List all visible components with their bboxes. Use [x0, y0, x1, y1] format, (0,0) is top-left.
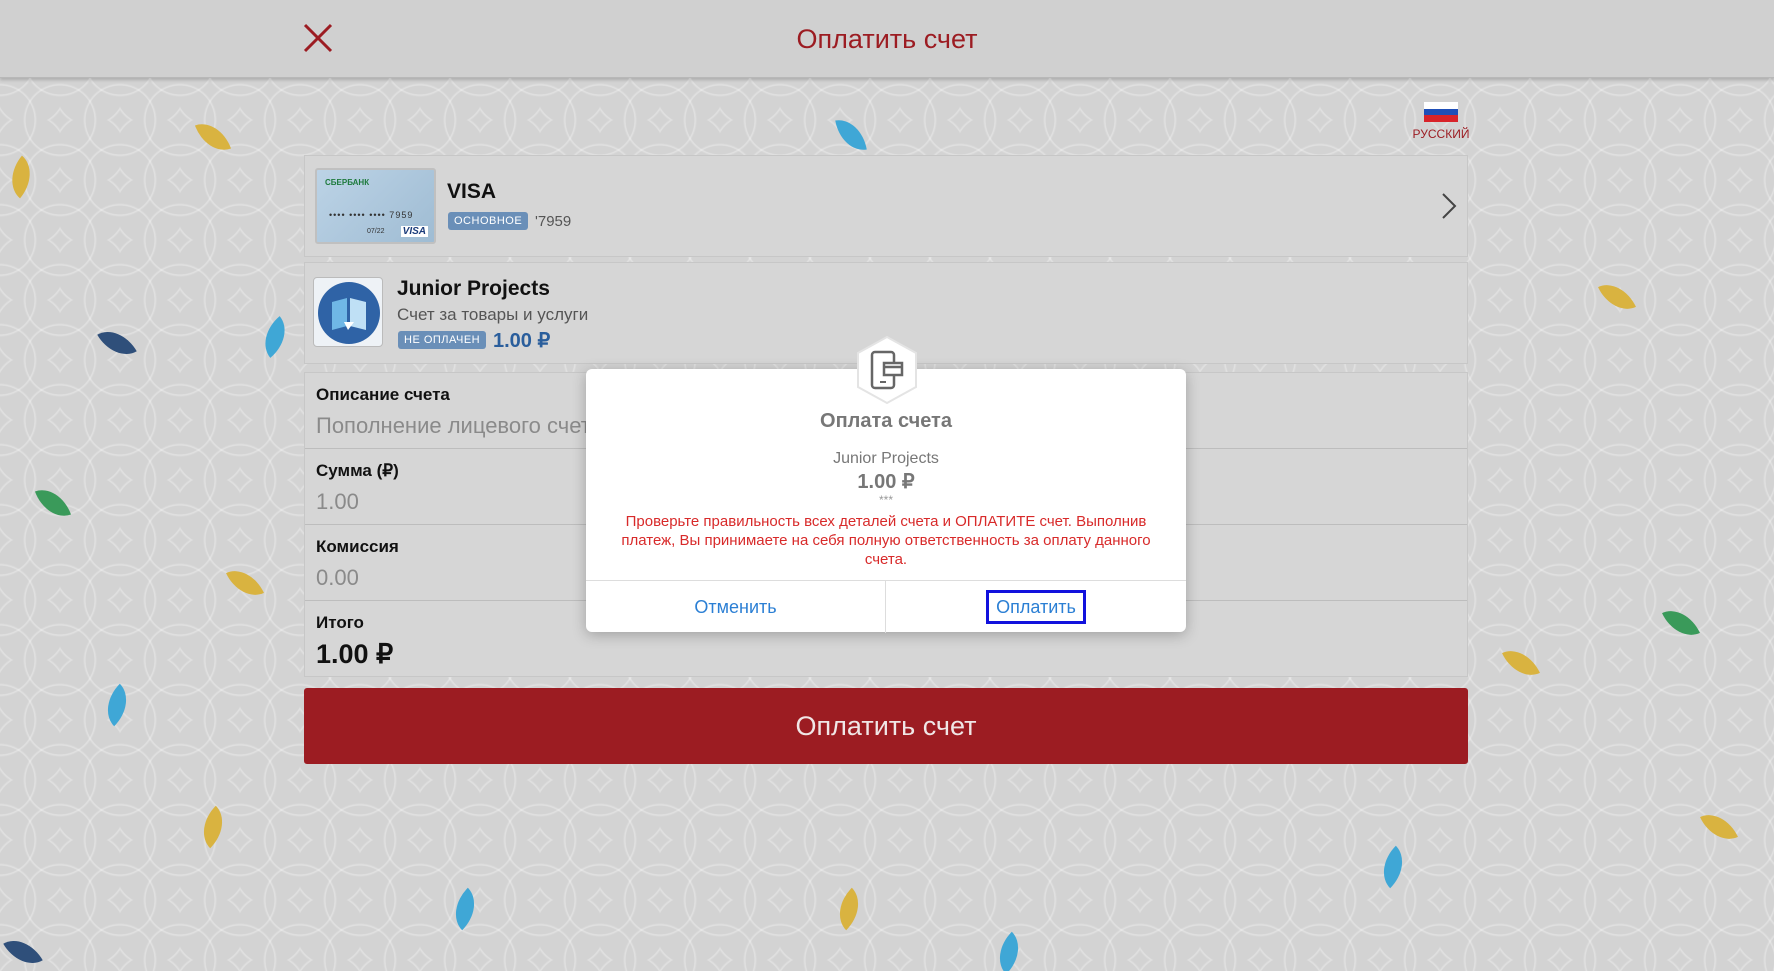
total-value: 1.00 ₽ [316, 639, 394, 669]
language-label: РУССКИЙ [1412, 127, 1470, 141]
cancel-button[interactable]: Отменить [586, 581, 886, 633]
description-value: Пополнение лицевого счета [316, 413, 603, 438]
leaf-decoration [1502, 642, 1540, 684]
leaf-decoration [835, 116, 867, 154]
commission-value: 0.00 [316, 565, 359, 590]
dialog-masked-card: *** [878, 493, 893, 507]
merchant-description: Счет за товары и услуги [397, 305, 589, 324]
card-thumb-number: •••• •••• •••• 7959 [329, 210, 414, 220]
page-title: Оплатить счет [796, 24, 978, 54]
card-primary-badge: ОСНОВНОЕ [448, 212, 529, 230]
commission-label: Комиссия [316, 537, 399, 556]
leaf-decoration [191, 805, 235, 849]
pay-invoice-button[interactable]: Оплатить счет [304, 688, 1468, 764]
leaf-decoration [226, 562, 264, 604]
leaf-decoration [194, 116, 232, 158]
payment-card-selector[interactable]: СБЕРБАНК •••• •••• •••• 7959 07/22 VISA … [304, 155, 1468, 257]
dialog-title: Оплата счета [820, 410, 952, 432]
confirm-pay-label: Оплатить [986, 590, 1086, 624]
merchant-amount: 1.00 ₽ [493, 330, 551, 352]
card-thumb-expiry: 07/22 [367, 228, 385, 235]
top-bar: Оплатить счет [0, 0, 1774, 78]
merchant-logo [313, 277, 383, 347]
leaf-decoration [1598, 276, 1636, 318]
sum-value: 1.00 [316, 489, 359, 514]
card-number-suffix: '7959 [535, 213, 572, 230]
sum-label: Сумма (₽) [316, 461, 399, 480]
description-label: Описание счета [316, 385, 450, 404]
book-icon [318, 282, 380, 344]
leaf-decoration [1700, 806, 1738, 848]
total-label: Итого [316, 613, 364, 632]
payment-confirm-dialog: Оплата счета Junior Projects 1.00 ₽ *** … [586, 335, 1186, 633]
leaf-decoration [95, 683, 139, 727]
dialog-warning: Проверьте правильность всех деталей счет… [621, 513, 1151, 568]
confirm-pay-button[interactable]: Оплатить [886, 581, 1186, 633]
leaf-decoration [97, 321, 137, 365]
chevron-right-icon[interactable] [1441, 192, 1457, 220]
russia-flag-icon [1424, 102, 1458, 122]
leaf-decoration [987, 931, 1031, 971]
leaf-decoration [253, 316, 297, 358]
dialog-buttons: Отменить Оплатить [586, 580, 1186, 633]
dialog-amount: 1.00 ₽ [857, 471, 915, 493]
card-thumbnail: СБЕРБАНК •••• •••• •••• 7959 07/22 VISA [315, 168, 436, 244]
status-badge: НЕ ОПЛАЧЕН [398, 331, 487, 349]
card-thumb-brand: VISA [400, 226, 428, 237]
leaf-decoration [0, 155, 42, 199]
dialog-merchant: Junior Projects [833, 450, 939, 467]
card-bank-name: СБЕРБАНК [325, 178, 370, 187]
leaf-decoration [1662, 602, 1700, 644]
leaf-decoration [34, 482, 72, 524]
language-selector[interactable]: РУССКИЙ [1406, 102, 1476, 141]
leaf-decoration [827, 887, 871, 931]
payment-terminal-icon [852, 335, 922, 405]
leaf-decoration [443, 887, 487, 931]
leaf-decoration [1371, 845, 1415, 889]
leaf-decoration [3, 930, 43, 971]
merchant-name: Junior Projects [397, 277, 550, 300]
card-title: VISA [447, 180, 497, 203]
